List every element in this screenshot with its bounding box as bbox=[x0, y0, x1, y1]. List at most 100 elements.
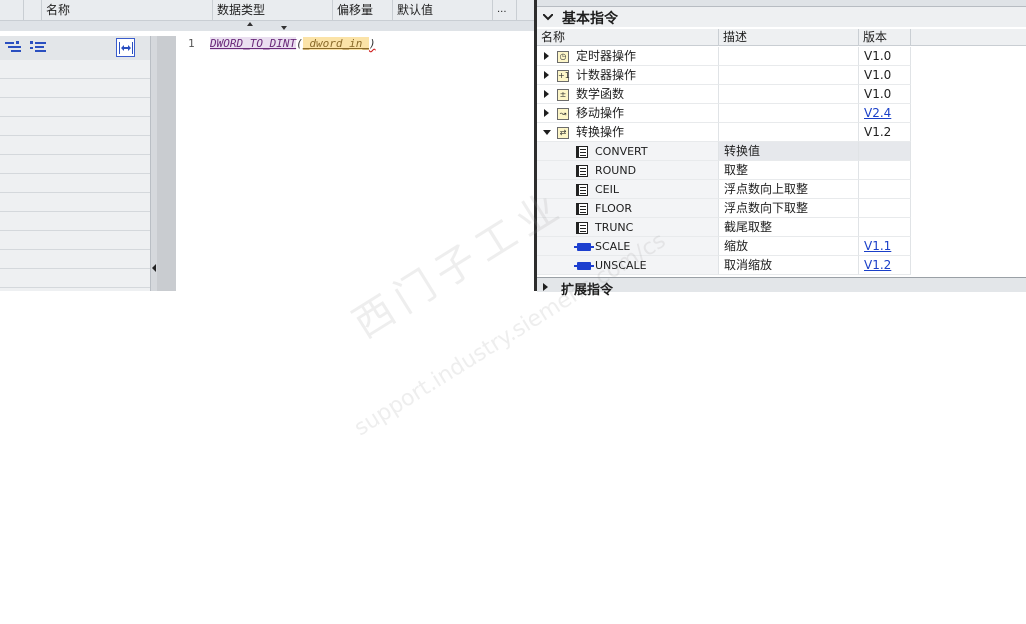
tree-item-label: 计数器操作 bbox=[576, 68, 637, 82]
name-cell: SCALE bbox=[537, 237, 719, 256]
version-link[interactable]: V1.2 bbox=[864, 258, 891, 272]
description-cell bbox=[719, 104, 859, 123]
code-open-paren: ( bbox=[296, 37, 303, 50]
version-cell bbox=[859, 218, 911, 237]
chevron-down-icon[interactable] bbox=[543, 14, 553, 21]
expand-down-icon[interactable] bbox=[281, 26, 287, 30]
line-number: 1 bbox=[188, 37, 195, 50]
list-row bbox=[0, 231, 150, 250]
name-cell: CEIL bbox=[537, 180, 719, 199]
tree-item-math[interactable]: ± 数学函数 V1.0 bbox=[537, 85, 911, 104]
column-header-default[interactable]: 默认值 bbox=[393, 0, 493, 20]
function-block-icon bbox=[574, 243, 594, 251]
tree-item-timer[interactable]: ◷ 定时器操作 V1.0 bbox=[537, 47, 911, 66]
column-gap bbox=[24, 0, 42, 20]
tree-item-label: 数学函数 bbox=[576, 87, 625, 101]
code-parameter: _dword_in_ bbox=[302, 37, 369, 50]
instruction-icon bbox=[576, 165, 588, 177]
list-row bbox=[0, 79, 150, 98]
name-cell: ± 数学函数 bbox=[537, 85, 719, 104]
tree-item-counter[interactable]: +1 计数器操作 V1.0 bbox=[537, 66, 911, 85]
description-cell: 取消缩放 bbox=[719, 256, 859, 275]
description-cell: 截尾取整 bbox=[719, 218, 859, 237]
instruction-icon bbox=[576, 203, 588, 215]
version-cell: V1.1 bbox=[859, 237, 911, 256]
code-close-paren: ) bbox=[368, 37, 376, 50]
instruction-name: FLOOR bbox=[595, 202, 633, 215]
version-link[interactable]: V1.1 bbox=[864, 239, 891, 253]
instruction-round[interactable]: ROUND 取整 bbox=[537, 161, 911, 180]
tree-item-label: 定时器操作 bbox=[576, 49, 637, 63]
instruction-ceil[interactable]: CEIL 浮点数向上取整 bbox=[537, 180, 911, 199]
chevron-right-icon[interactable] bbox=[543, 283, 548, 291]
version-cell bbox=[859, 180, 911, 199]
math-icon: ± bbox=[557, 89, 569, 101]
indent-icon[interactable] bbox=[5, 40, 21, 54]
expand-arrow-icon[interactable] bbox=[544, 90, 549, 98]
tree-item-move[interactable]: ↝ 移动操作 V2.4 bbox=[537, 104, 911, 123]
instruction-name: UNSCALE bbox=[595, 259, 647, 272]
description-cell: 浮点数向上取整 bbox=[719, 180, 859, 199]
version-cell: V2.4 bbox=[859, 104, 911, 123]
instruction-floor[interactable]: FLOOR 浮点数向下取整 bbox=[537, 199, 911, 218]
instruction-icon bbox=[576, 184, 588, 196]
fit-width-icon bbox=[119, 42, 133, 54]
name-cell: ⇄ 转换操作 bbox=[537, 123, 719, 142]
instruction-scale[interactable]: SCALE 缩放 V1.1 bbox=[537, 237, 911, 256]
list-row bbox=[0, 155, 150, 174]
version-cell bbox=[859, 199, 911, 218]
description-cell bbox=[719, 85, 859, 104]
instruction-name: TRUNC bbox=[595, 221, 634, 234]
outdent-icon[interactable] bbox=[30, 40, 46, 54]
instruction-name: CEIL bbox=[595, 183, 620, 196]
instruction-name: CONVERT bbox=[595, 145, 648, 158]
version-cell: V1.2 bbox=[859, 123, 911, 142]
list-row bbox=[0, 212, 150, 231]
instruction-name: ROUND bbox=[595, 164, 637, 177]
name-cell: FLOOR bbox=[537, 199, 719, 218]
panel-top-edge bbox=[537, 0, 1026, 7]
editor-gutter bbox=[157, 36, 176, 291]
code-line[interactable]: DWORD_TO_DINT(_dword_in_) bbox=[210, 37, 376, 50]
instruction-icon bbox=[576, 146, 588, 158]
version-link[interactable]: V2.4 bbox=[864, 106, 891, 120]
name-cell: ↝ 移动操作 bbox=[537, 104, 719, 123]
version-cell: V1.0 bbox=[859, 66, 911, 85]
list-row bbox=[0, 60, 150, 79]
list-row bbox=[0, 117, 150, 136]
function-block-icon bbox=[574, 262, 594, 270]
description-cell: 缩放 bbox=[719, 237, 859, 256]
column-header-name[interactable]: 名称 bbox=[42, 0, 213, 20]
code-editor[interactable]: 1 DWORD_TO_DINT(_dword_in_) bbox=[176, 36, 535, 291]
collapse-up-icon[interactable] bbox=[247, 22, 253, 26]
description-cell bbox=[719, 47, 859, 66]
list-row bbox=[0, 174, 150, 193]
extended-instructions-header[interactable]: 扩展指令 bbox=[537, 277, 1026, 298]
instruction-unscale[interactable]: UNSCALE 取消缩放 V1.2 bbox=[537, 256, 911, 275]
expand-arrow-icon[interactable] bbox=[544, 52, 549, 60]
fit-width-button[interactable] bbox=[116, 38, 135, 57]
collapse-arrow-icon[interactable] bbox=[543, 130, 551, 135]
list-row bbox=[0, 193, 150, 212]
expand-arrow-icon[interactable] bbox=[544, 109, 549, 117]
instruction-convert[interactable]: CONVERT 转换值 bbox=[537, 142, 911, 161]
version-cell bbox=[859, 142, 911, 161]
description-cell: 浮点数向下取整 bbox=[719, 199, 859, 218]
description-cell: 转换值 bbox=[719, 142, 859, 161]
expand-arrow-icon[interactable] bbox=[544, 71, 549, 79]
scroll-left-icon[interactable] bbox=[152, 264, 156, 272]
column-header-description[interactable]: 描述 bbox=[719, 29, 859, 45]
row-select-column bbox=[0, 0, 24, 20]
section-title: 扩展指令 bbox=[561, 283, 614, 298]
tree-item-convert[interactable]: ⇄ 转换操作 V1.2 bbox=[537, 123, 911, 142]
splitter-bar[interactable] bbox=[0, 20, 535, 31]
column-header-version[interactable]: 版本 bbox=[859, 29, 911, 45]
column-header-datatype[interactable]: 数据类型 bbox=[213, 0, 333, 20]
instruction-trunc[interactable]: TRUNC 截尾取整 bbox=[537, 218, 911, 237]
basic-instructions-header[interactable]: 基本指令 bbox=[537, 7, 1026, 27]
column-header-offset[interactable]: 偏移量 bbox=[333, 0, 393, 20]
column-header-name[interactable]: 名称 bbox=[537, 29, 719, 45]
column-header-more[interactable]: ... bbox=[493, 0, 517, 20]
counter-icon: +1 bbox=[557, 70, 570, 82]
list-row bbox=[0, 250, 150, 269]
